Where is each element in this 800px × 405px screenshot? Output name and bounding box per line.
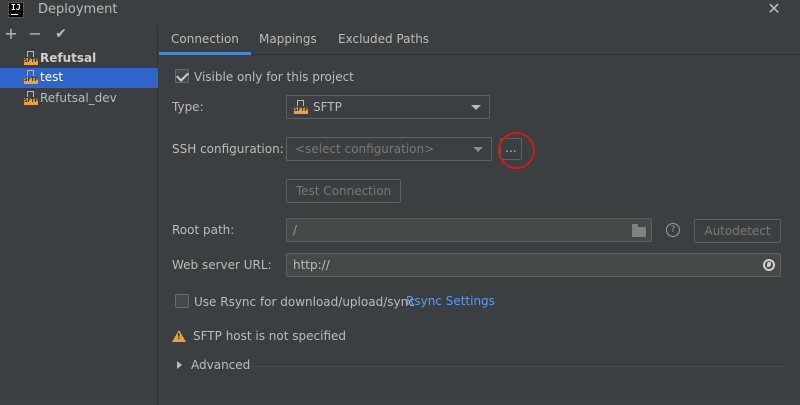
root-path-field[interactable]: / xyxy=(286,218,652,242)
help-icon[interactable]: ? xyxy=(666,223,680,237)
sftp-server-icon: SFTP xyxy=(24,51,38,66)
tree-item-label: test xyxy=(40,70,64,84)
tab-mappings[interactable]: Mappings xyxy=(247,25,329,55)
server-list-panel: + − ✔ SFTP Refutsal SFTP test SFTP Refut… xyxy=(0,25,158,405)
folder-icon[interactable] xyxy=(632,224,646,237)
rsync-checkbox[interactable] xyxy=(175,294,189,308)
tab-excluded-paths[interactable]: Excluded Paths xyxy=(326,25,441,55)
window-title: Deployment xyxy=(38,2,118,17)
red-annotation-circle xyxy=(495,129,538,172)
tree-item-label: Refutsal xyxy=(40,51,97,65)
ssh-config-label: SSH configuration: xyxy=(172,142,284,156)
tree-item-test[interactable]: SFTP test xyxy=(0,68,158,88)
sftp-type-icon: SFTP xyxy=(294,100,308,115)
warning-icon: ! xyxy=(172,330,186,342)
type-select-value: SFTP xyxy=(313,100,342,114)
root-path-value: / xyxy=(293,223,298,237)
web-server-url-value: http:// xyxy=(293,258,330,272)
autodetect-button[interactable]: Autodetect xyxy=(694,219,781,243)
expand-triangle-icon[interactable] xyxy=(177,361,182,369)
title-bar: IJ Deployment ✕ xyxy=(0,0,800,20)
intellij-logo-icon: IJ xyxy=(8,2,24,18)
remove-icon[interactable]: − xyxy=(27,25,43,43)
type-label: Type: xyxy=(172,100,204,114)
web-server-url-field[interactable]: http:// xyxy=(286,253,781,277)
advanced-section-toggle[interactable]: Advanced xyxy=(191,358,250,372)
visible-only-label: Visible only for this project xyxy=(194,70,354,84)
tab-connection[interactable]: Connection xyxy=(159,25,251,55)
ssh-config-placeholder: <select configuration> xyxy=(295,142,435,156)
tree-item-refutsal-dev[interactable]: SFTP Refutsal_dev xyxy=(0,89,158,109)
tree-item-label: Refutsal_dev xyxy=(40,91,117,105)
globe-icon[interactable] xyxy=(763,259,775,271)
type-select[interactable]: SFTP SFTP xyxy=(286,95,490,119)
test-connection-button[interactable]: Test Connection xyxy=(286,179,401,203)
chevron-down-icon xyxy=(471,105,481,110)
ssh-config-select[interactable]: <select configuration> xyxy=(286,137,492,161)
close-icon[interactable]: ✕ xyxy=(765,0,783,18)
settings-tabs: Connection Mappings Excluded Paths xyxy=(159,25,800,55)
sftp-server-icon: SFTP xyxy=(24,70,38,85)
web-server-url-label: Web server URL: xyxy=(172,258,272,272)
visible-only-checkbox[interactable] xyxy=(175,69,189,83)
sftp-server-icon: SFTP xyxy=(24,91,38,106)
advanced-separator xyxy=(251,366,783,367)
chevron-down-icon xyxy=(473,147,483,152)
rsync-settings-link[interactable]: Rsync Settings xyxy=(406,294,495,308)
root-path-label: Root path: xyxy=(172,223,235,237)
server-list-toolbar: + − ✔ xyxy=(0,25,158,43)
check-icon[interactable]: ✔ xyxy=(53,25,69,43)
rsync-label: Use Rsync for download/upload/sync xyxy=(194,295,415,309)
add-icon[interactable]: + xyxy=(3,25,19,43)
warning-message: SFTP host is not specified xyxy=(193,329,347,343)
tree-item-refutsal[interactable]: SFTP Refutsal xyxy=(0,49,158,69)
